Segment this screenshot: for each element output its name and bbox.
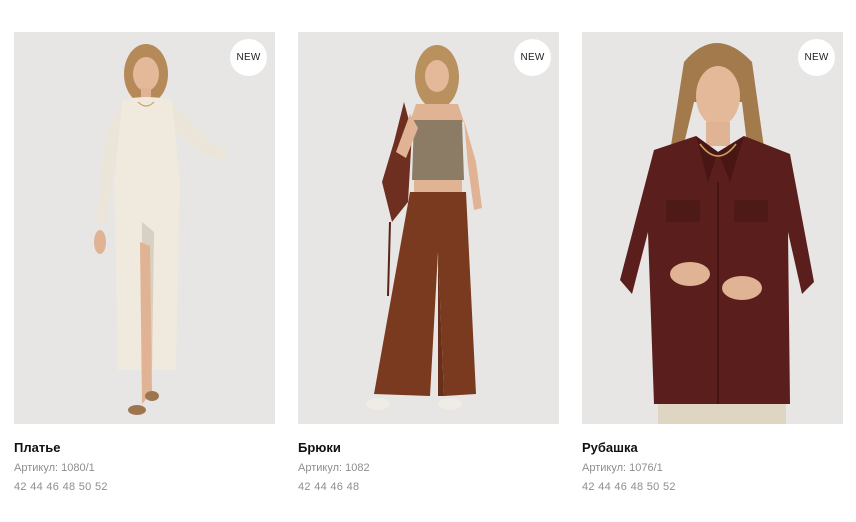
product-article: Артикул: 1082 [298, 462, 370, 474]
dress-model-illustration [94, 44, 228, 415]
product-photo-trousers[interactable]: NEW [298, 32, 559, 424]
trousers-model-illustration [366, 45, 482, 410]
product-card-dress[interactable]: NEW Платье Артикул: 1080/1 42 44 46 48 5… [14, 32, 275, 494]
product-sizes: 42 44 46 48 50 52 [14, 481, 108, 493]
product-grid: NEW Платье Артикул: 1080/1 42 44 46 48 5… [14, 32, 843, 494]
product-article: Артикул: 1076/1 [582, 462, 663, 474]
shirt-model-illustration [620, 43, 814, 424]
product-sizes: 42 44 46 48 [298, 481, 360, 493]
product-name[interactable]: Рубашка [582, 440, 843, 456]
product-name[interactable]: Брюки [298, 440, 559, 456]
product-card-trousers[interactable]: NEW Брюки Артикул: 1082 42 44 46 48 [298, 32, 559, 494]
product-sizes: 42 44 46 48 50 52 [582, 481, 676, 493]
new-badge: NEW [798, 39, 835, 76]
product-article: Артикул: 1080/1 [14, 462, 95, 474]
new-badge: NEW [514, 39, 551, 76]
new-badge: NEW [230, 39, 267, 76]
product-photo-dress[interactable]: NEW [14, 32, 275, 424]
product-name[interactable]: Платье [14, 440, 275, 456]
product-card-shirt[interactable]: NEW Рубашка Артикул: 1076/1 42 44 46 48 … [582, 32, 843, 494]
product-photo-shirt[interactable]: NEW [582, 32, 843, 424]
